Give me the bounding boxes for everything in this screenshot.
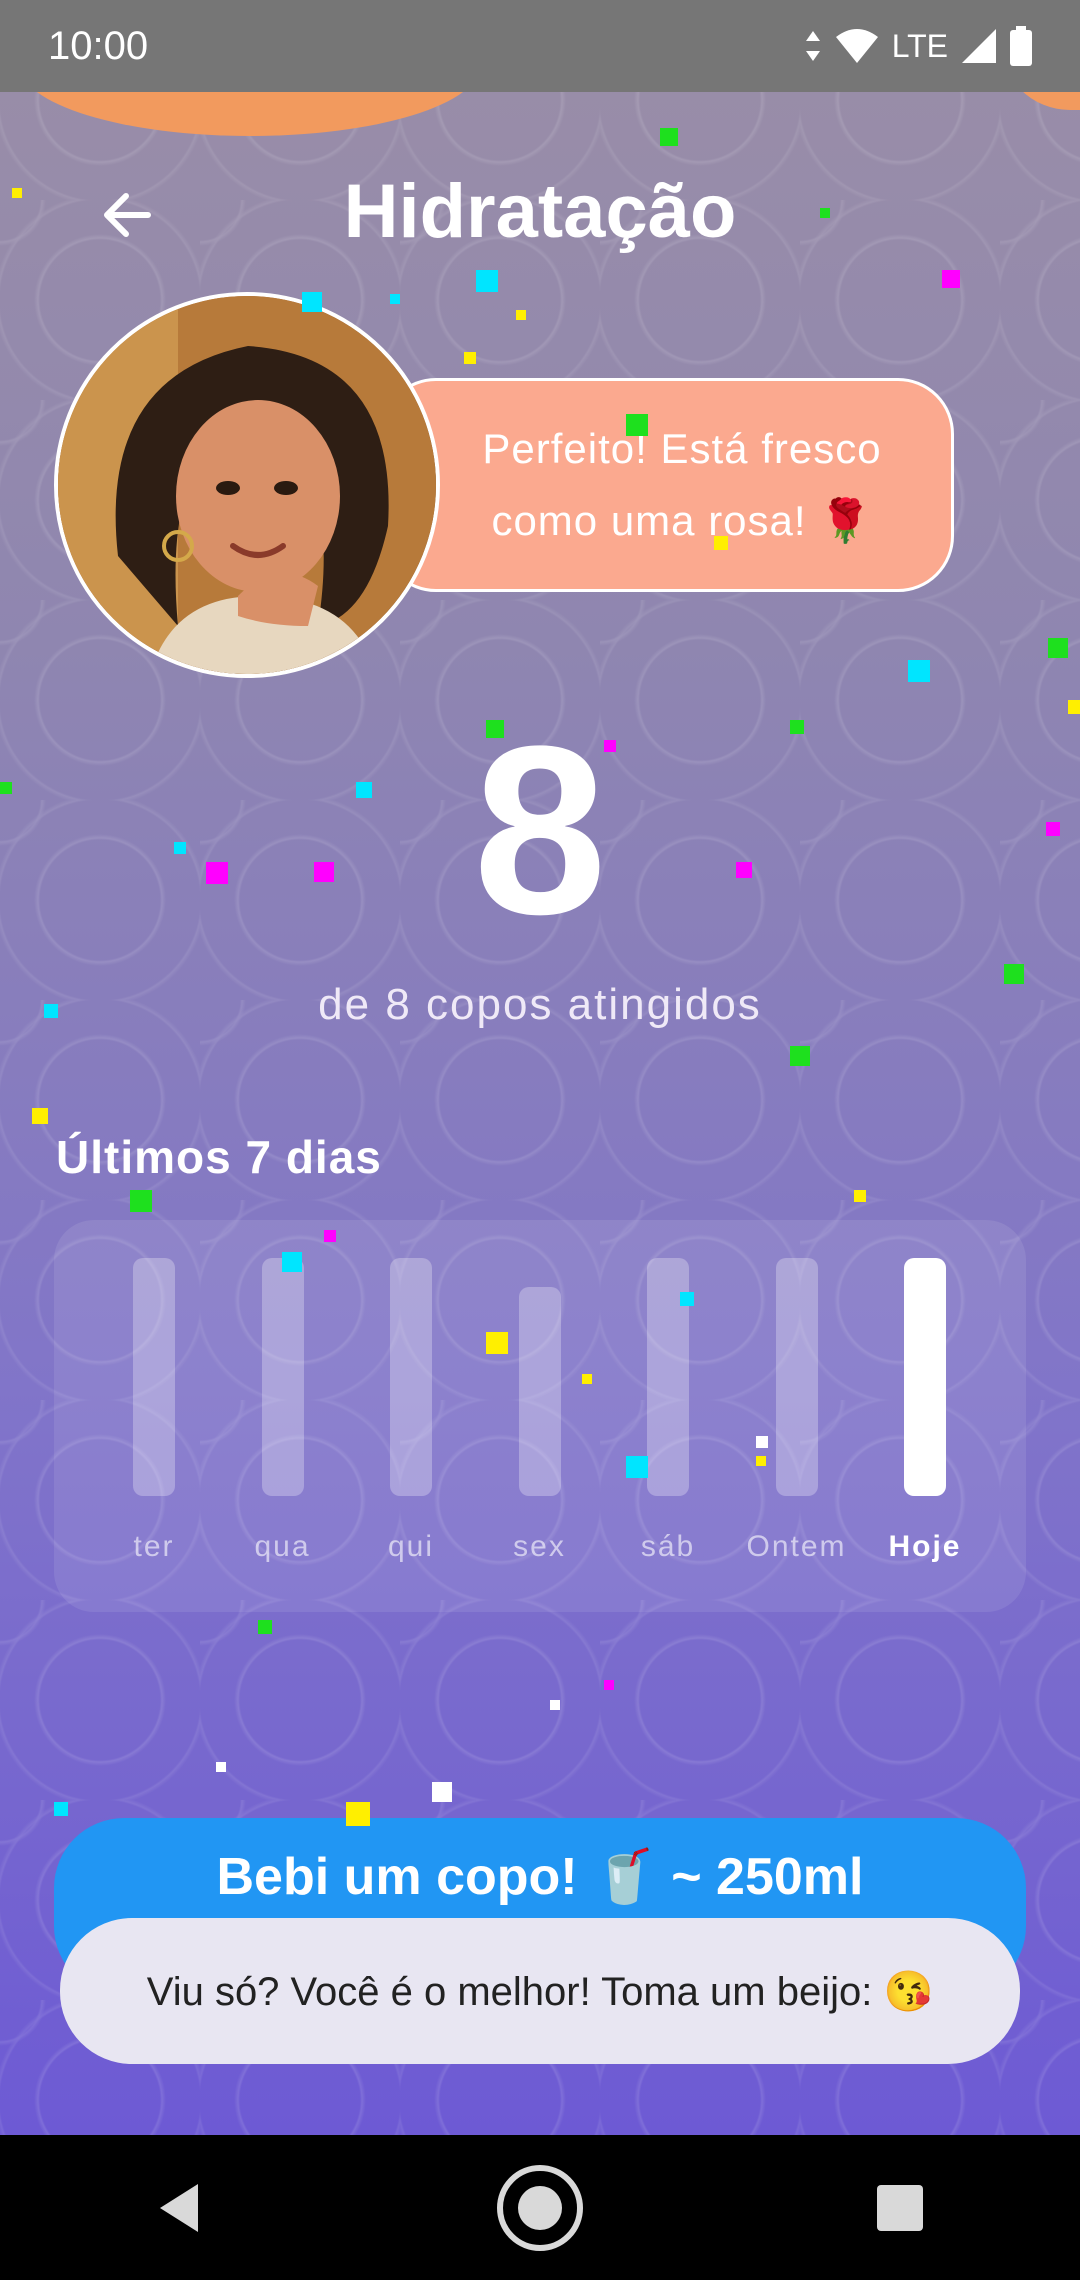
confetti-piece	[714, 536, 728, 550]
confetti-piece	[736, 862, 752, 878]
status-bar: 10:00 LTE	[0, 0, 1080, 92]
history-bar	[261, 1258, 304, 1496]
speech-bubble-text: Perfeito! Está fresco como uma rosa! 🌹	[482, 425, 882, 544]
confetti-piece	[1048, 638, 1068, 658]
confetti-piece	[582, 1374, 592, 1384]
confetti-piece	[356, 782, 372, 798]
history-day-label: Hoje	[888, 1530, 962, 1563]
confetti-piece	[604, 1680, 614, 1690]
confetti-piece	[516, 310, 526, 320]
confetti-piece	[0, 782, 12, 794]
wifi-icon	[835, 29, 878, 63]
page-title: Hidratação	[343, 169, 737, 254]
avatar	[54, 292, 440, 678]
history-day-label: sex	[513, 1530, 566, 1563]
confetti-piece	[756, 1456, 766, 1466]
history-day-label: qui	[387, 1530, 435, 1563]
history-bar	[775, 1258, 818, 1496]
triangle-back-icon	[160, 2183, 198, 2232]
confetti-piece	[626, 1456, 648, 1478]
confetti-piece	[174, 842, 186, 854]
confetti-piece	[12, 188, 22, 198]
battery-icon	[1010, 26, 1032, 66]
confetti-piece	[1068, 700, 1080, 714]
confetti-piece	[390, 294, 400, 304]
confetti-piece	[346, 1802, 370, 1826]
square-recents-icon	[877, 2184, 923, 2231]
history-bar	[390, 1258, 432, 1496]
history-bar	[904, 1258, 946, 1496]
history-day-label: Ontem	[746, 1530, 847, 1563]
history-bar	[518, 1287, 561, 1496]
confetti-piece	[32, 1108, 48, 1124]
navigation-bar	[0, 2135, 1080, 2280]
status-time: 10:00	[48, 23, 149, 68]
signal-icon	[962, 29, 996, 63]
history-day-label: ter	[133, 1530, 175, 1563]
confetti-piece	[432, 1782, 452, 1802]
confetti-piece	[44, 1004, 58, 1018]
confetti-piece	[216, 1762, 226, 1772]
history-title: Últimos 7 dias	[56, 1131, 382, 1183]
confetti-piece	[464, 352, 476, 364]
nav-back-button[interactable]	[130, 2158, 230, 2258]
confetti-piece	[324, 1230, 336, 1242]
confetti-piece	[258, 1620, 272, 1634]
confetti-piece	[790, 1046, 810, 1066]
confetti-piece	[756, 1436, 768, 1448]
confetti-piece	[680, 1292, 694, 1306]
history-bar	[133, 1258, 175, 1496]
toast-text: Viu só? Você é o melhor! Toma um beijo: …	[146, 1969, 934, 2014]
confetti-piece	[130, 1190, 152, 1212]
data-arrows-icon	[805, 31, 820, 61]
confetti-piece	[282, 1252, 302, 1272]
confetti-piece	[1046, 822, 1060, 836]
confetti-piece	[314, 862, 334, 882]
confetti-piece	[476, 270, 498, 292]
status-icons: LTE	[804, 26, 1032, 66]
confetti-piece	[626, 414, 648, 436]
confetti-piece	[854, 1190, 866, 1202]
confetti-piece	[206, 862, 228, 884]
cups-count: 8	[473, 696, 607, 964]
confetti-piece	[550, 1700, 560, 1710]
confetti-piece	[908, 660, 930, 682]
circle-home-icon	[497, 2164, 583, 2251]
nav-home-button[interactable]	[490, 2158, 590, 2258]
speech-bubble: Perfeito! Está fresco como uma rosa! 🌹	[380, 378, 954, 592]
network-type: LTE	[891, 27, 948, 64]
confetti-piece	[54, 1802, 68, 1816]
goal-text: de 8 copos atingidos	[318, 980, 762, 1029]
companion-portrait	[58, 296, 436, 674]
confetti-piece	[604, 740, 616, 752]
confetti-piece	[302, 292, 322, 312]
history-day-label: qua	[254, 1530, 311, 1563]
confetti-piece	[942, 270, 960, 288]
confetti-piece	[1004, 964, 1024, 984]
confetti-piece	[790, 720, 804, 734]
confetti-piece	[486, 720, 504, 738]
confetti-piece	[486, 1332, 508, 1354]
confetti-piece	[660, 128, 678, 146]
toast-message: Viu só? Você é o melhor! Toma um beijo: …	[60, 1918, 1020, 2064]
confetti-piece	[820, 208, 830, 218]
history-day-label: sáb	[640, 1530, 696, 1563]
nav-recents-button[interactable]	[850, 2158, 950, 2258]
app-screen: Hidratação Perfeito! Está fresco como um…	[0, 0, 1080, 2135]
